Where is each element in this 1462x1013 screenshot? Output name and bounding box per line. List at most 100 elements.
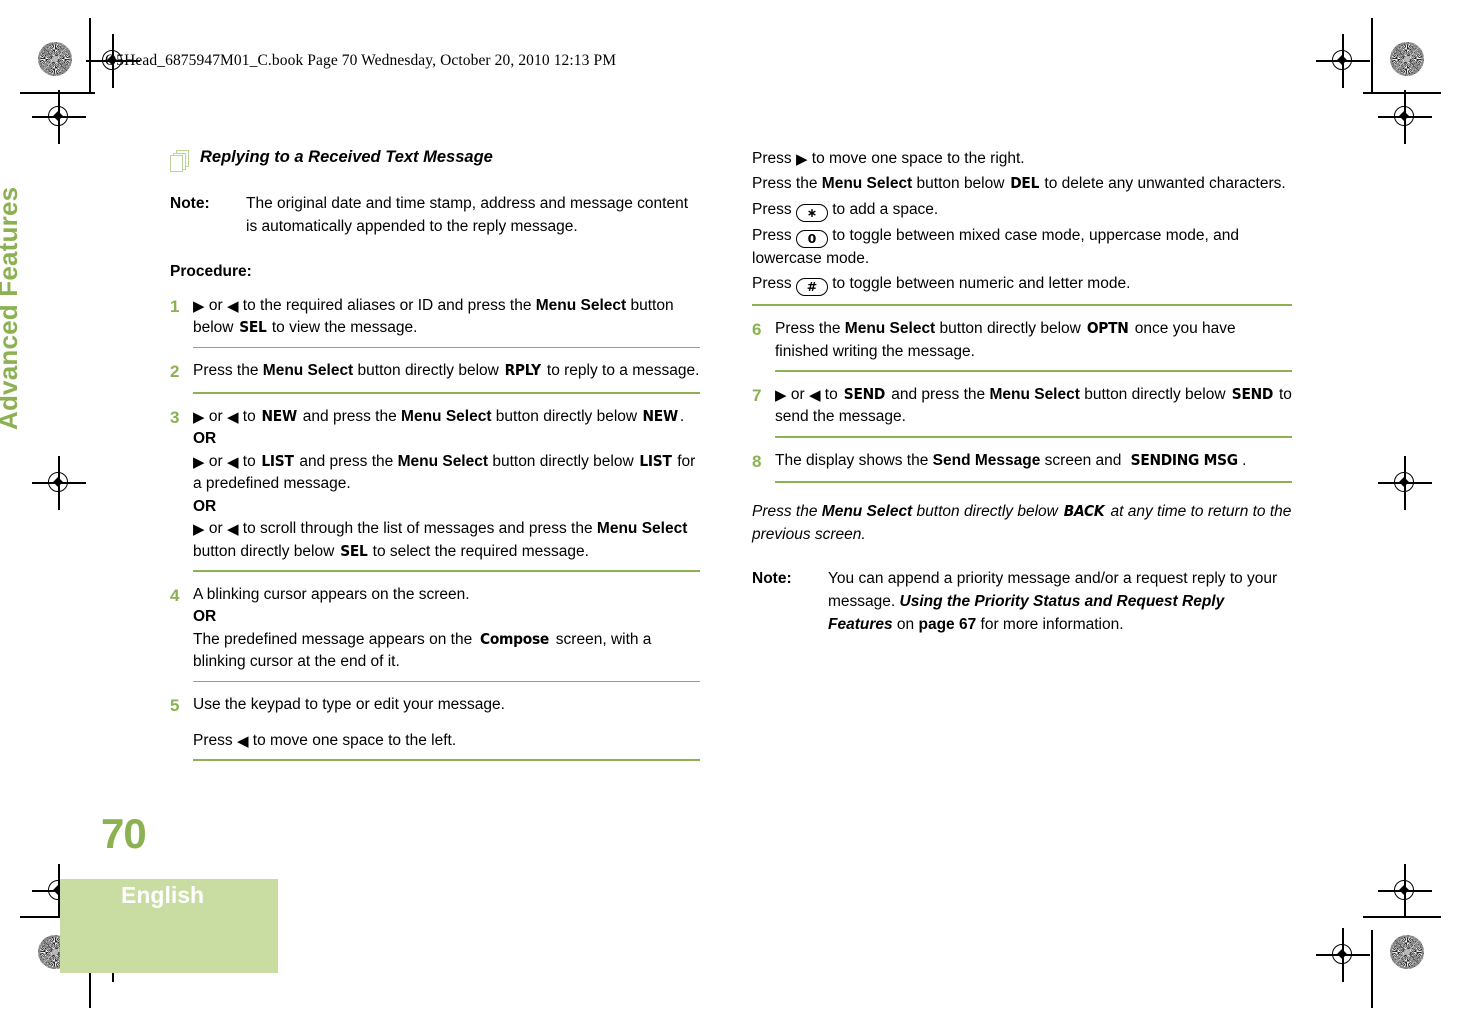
step-number: 4 [170, 585, 180, 605]
back-button-note: Press the Menu Select button directly be… [752, 501, 1292, 546]
emphasis-bold: Menu Select [262, 362, 354, 380]
emphasis-bold: Menu Select [397, 452, 489, 470]
arrow-right-icon: ▶ [795, 151, 808, 168]
crosshair-mark-left-middle [32, 456, 86, 510]
body-text: button directly below [488, 452, 638, 470]
body-text: button directly below [193, 542, 339, 560]
note-block-bottom: Note: You can append a priority message … [752, 568, 1292, 636]
display-softkey-label: SEND [843, 384, 886, 403]
arrow-right-icon: ▶ [193, 408, 205, 426]
emphasis-bold: Menu Select [401, 407, 492, 425]
body-text: The display shows the [775, 451, 933, 469]
body-text: or [786, 385, 809, 403]
display-softkey-label: SENDING MSG [1130, 450, 1238, 469]
body-text: or [204, 452, 227, 470]
step-number: 8 [752, 451, 762, 471]
keypad-key-icon: # [795, 278, 828, 297]
emphasis-bold: Menu Select [535, 296, 627, 314]
note-text: The original date and time stamp, addres… [246, 195, 689, 235]
body-text: to view the message. [267, 319, 418, 337]
body-text: to toggle between numeric and letter mod… [827, 275, 1131, 293]
body-text: to move one space to the right. [807, 150, 1025, 167]
body-text: Press [752, 150, 796, 167]
body-text: to reply to a message. [542, 362, 700, 380]
step-text: ▶ or ◀ to the required aliases or ID and… [193, 295, 700, 340]
display-softkey-label: DEL [1010, 174, 1039, 193]
emphasis-bold: OR [193, 430, 217, 448]
arrow-right-icon: ▶ [193, 521, 205, 539]
step-separator-rule [193, 570, 700, 572]
body-text: and press the [295, 452, 398, 470]
body-text: Press [752, 275, 796, 293]
display-softkey-label: SEND [1231, 384, 1274, 403]
procedure-step: 7 ▶ or ◀ to SEND and press the Menu Selec… [752, 384, 1292, 434]
step-number: 1 [170, 296, 180, 316]
arrow-left-icon: ◀ [226, 453, 239, 471]
step-number: 7 [752, 385, 762, 405]
arrow-left-icon: ◀ [808, 386, 821, 404]
display-softkey-label: LIST [261, 451, 294, 470]
emphasis-bold: Menu Select [844, 320, 936, 338]
crosshair-mark-bottom-right-inner [1316, 928, 1370, 982]
continued-instruction-line: Press the Menu Select button below DEL t… [752, 173, 1292, 195]
emphasis-bold: Menu Select [821, 175, 913, 193]
note-label-bottom: Note: [752, 570, 792, 588]
chapter-title-vertical: Advanced Features [0, 186, 23, 430]
body-text: to [238, 407, 261, 425]
step-separator-rule [775, 481, 1292, 484]
crosshair-mark-top-right-inner [1316, 34, 1370, 88]
step-separator-rule [193, 680, 700, 683]
step-text: Press the Menu Select button directly be… [193, 360, 700, 382]
emphasis-bold: Menu Select [989, 385, 1080, 403]
procedure-step: 1 ▶ or ◀ to the required aliases or ID an… [170, 295, 700, 345]
arrow-left-icon: ◀ [236, 732, 249, 750]
emphasis-bold: Menu Select [596, 520, 688, 538]
display-softkey-label: RPLY [504, 361, 542, 380]
body-text: Press the [193, 362, 263, 380]
left-column: Replying to a Received Text Message Note… [170, 148, 700, 773]
emphasis-bold: Send Message [932, 451, 1041, 469]
note-block-top: Note: The original date and time stamp, … [170, 193, 700, 239]
step-number: 3 [170, 407, 180, 427]
left-step-list: 1 ▶ or ◀ to the required aliases or ID an… [170, 295, 700, 762]
arrow-right-icon: ▶ [193, 453, 205, 471]
section-heading-row: Replying to a Received Text Message [170, 148, 700, 174]
body-text: to move one space to the left. [248, 731, 457, 749]
body-text: A blinking cursor appears on the screen. [193, 585, 470, 603]
arrow-left-icon: ◀ [226, 297, 239, 315]
procedure-step: 2 Press the Menu Select button directly b… [170, 360, 700, 390]
body-text: on [892, 615, 919, 633]
body-text: to the required aliases or ID and press … [238, 296, 536, 314]
body-text: or [204, 407, 227, 425]
step-number: 6 [752, 320, 762, 340]
continued-instruction-line: Press # to toggle between numeric and le… [752, 273, 1292, 297]
procedure-step: 8 The display shows the Send Message scre… [752, 450, 1292, 480]
crosshair-mark-right-middle [1378, 456, 1432, 510]
procedure-step: 6 Press the Menu Select button directly b… [752, 318, 1292, 368]
step-text: Use the keypad to type or edit your mess… [193, 694, 700, 752]
crop-line-right-top [1371, 18, 1373, 94]
body-text: or [204, 296, 227, 314]
display-softkey-label: NEW [261, 406, 298, 425]
language-label: English [121, 882, 205, 908]
crosshair-mark-right-upper [1378, 90, 1432, 144]
procedure-step: 3 ▶ or ◀ to NEW and press the Menu Select… [170, 406, 700, 568]
display-softkey-label: NEW [642, 406, 679, 425]
body-text: The predefined message appears on the [193, 630, 477, 648]
step-separator-rule [193, 759, 700, 762]
crop-line-top-left [20, 92, 95, 94]
body-text: Use the keypad to type or edit your mess… [193, 696, 505, 714]
crop-line-left-top [89, 18, 91, 94]
step-separator-rule [193, 391, 700, 394]
star-registration-mark-top-right [1390, 42, 1424, 76]
body-text: button directly below [935, 320, 1086, 338]
emphasis-bold: OR [193, 497, 217, 515]
star-registration-mark-bottom-right [1390, 935, 1424, 969]
body-text: button directly below [1079, 385, 1230, 403]
step-separator-rule [193, 346, 700, 349]
continued-instruction-line: Press 0 to toggle between mixed case mod… [752, 225, 1292, 270]
display-softkey-label: OPTN [1086, 319, 1129, 338]
display-softkey-label: LIST [639, 451, 672, 470]
body-text: or [204, 520, 227, 538]
